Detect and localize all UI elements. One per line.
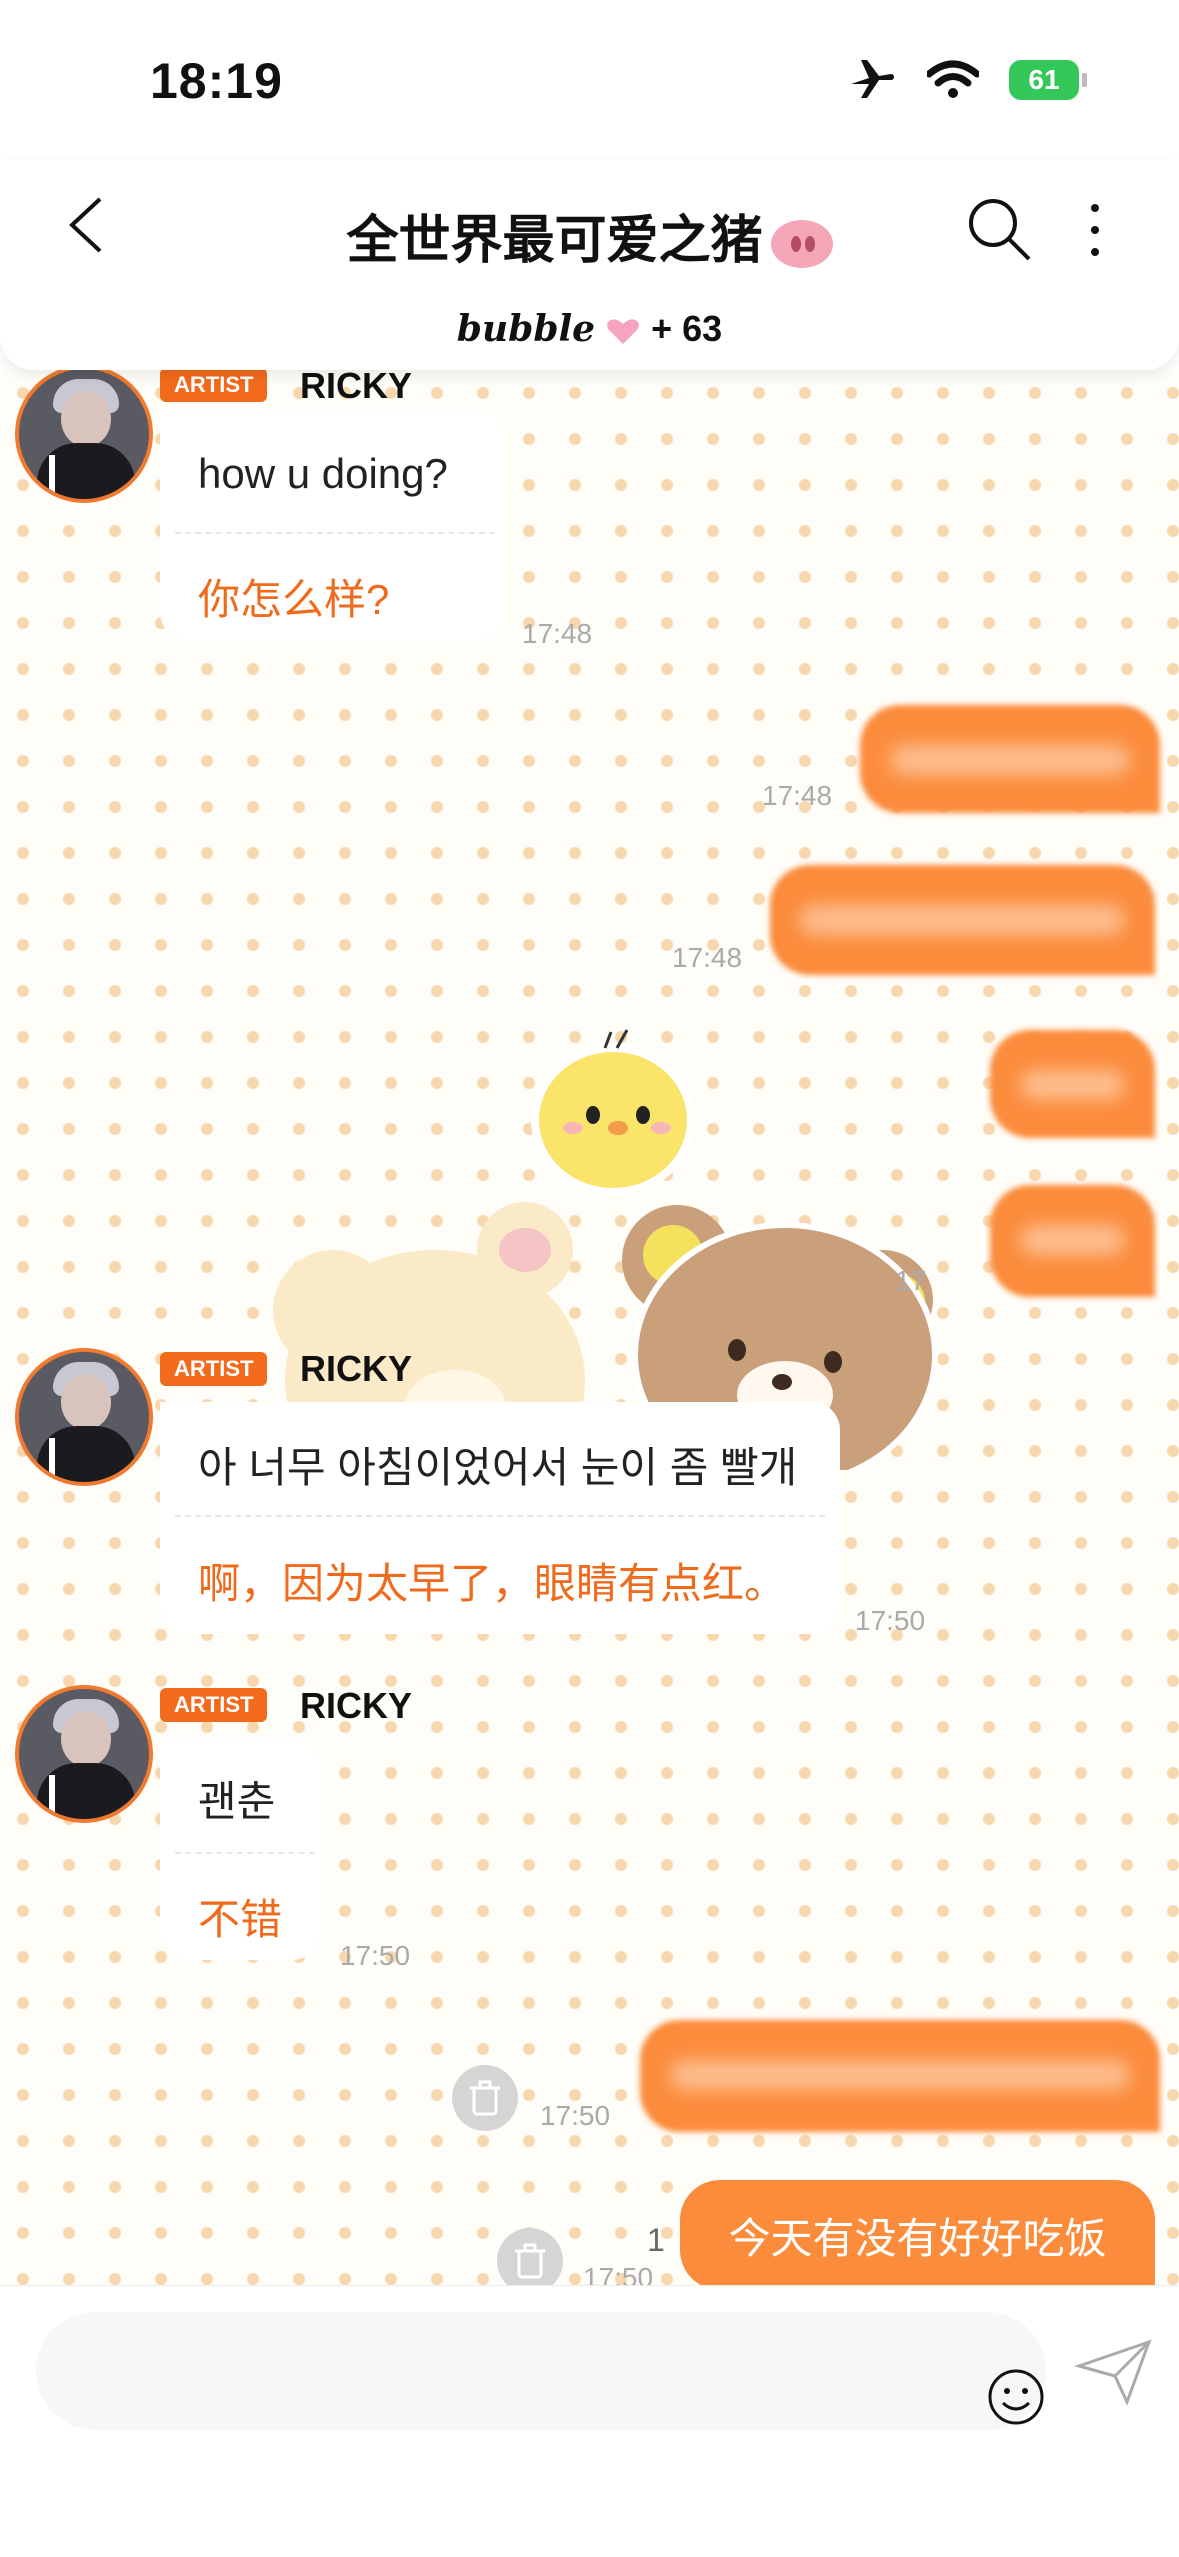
message-input-bar [0, 2285, 1179, 2557]
outgoing-message-blurred[interactable] [990, 1030, 1155, 1138]
artist-badge: ARTIST [160, 1352, 268, 1386]
status-time: 18:19 [150, 53, 283, 109]
translation-divider [175, 532, 495, 534]
artist-badge: ARTIST [160, 1688, 268, 1722]
message-text: how u doing? [198, 450, 448, 497]
unread-count: 1 [647, 2222, 665, 2258]
outgoing-message[interactable]: 今天有没有好好吃饭 [680, 2180, 1155, 2290]
trash-button[interactable] [452, 2065, 518, 2131]
battery-indicator: 61 [1009, 60, 1087, 100]
message-time: 17:50 [540, 2100, 611, 2131]
send-icon[interactable] [1075, 2336, 1153, 2406]
outgoing-message-blurred[interactable] [770, 865, 1155, 975]
message-text: 아 너무 아침이었어서 눈이 좀 빨개 [198, 1444, 798, 1491]
emoji-icon[interactable] [986, 2367, 1046, 2427]
airplane-icon [851, 60, 894, 98]
pig-emoji-icon [770, 220, 833, 269]
bubble-logo: bubble [456, 308, 596, 350]
battery-level: 61 [1028, 64, 1060, 95]
search-icon[interactable] [965, 195, 1035, 265]
translation-text: 啊，因为太早了，眼睛有点红。 [198, 1560, 787, 1607]
translation-text: 你怎么样? [198, 576, 390, 623]
translation-divider [175, 1852, 315, 1854]
translation-text: 不错 [198, 1896, 283, 1943]
sender-name: RICKY [300, 1685, 413, 1726]
outgoing-message-blurred[interactable] [860, 705, 1160, 813]
message-time: 17:48 [762, 780, 833, 811]
subscriber-count: + 63 [651, 308, 723, 349]
trash-icon [515, 2243, 545, 2279]
outgoing-message-blurred[interactable] [990, 1185, 1155, 1297]
artist-avatar[interactable] [15, 1348, 153, 1486]
message-time: 17:48 [672, 942, 743, 973]
artist-badge: ARTIST [160, 368, 268, 402]
chat-title-text: 全世界最可爱之猪 [346, 212, 763, 270]
heart-icon [607, 319, 639, 345]
trash-icon [470, 2080, 500, 2116]
subscription-row[interactable]: bubble + 63 [0, 308, 1179, 350]
sender-name: RICKY [300, 1348, 413, 1389]
bear-sticker[interactable] [255, 1010, 955, 1470]
message-time: 17:50 [340, 1940, 411, 1971]
message-input[interactable] [36, 2312, 1046, 2430]
sender-name: RICKY [300, 365, 413, 406]
message-time: 17:50 [855, 1605, 926, 1636]
artist-avatar[interactable] [15, 1685, 153, 1823]
wifi-icon [927, 60, 979, 98]
outgoing-message-blurred[interactable] [640, 2020, 1160, 2132]
chat-header: 全世界最可爱之猪 bubble + 63 [0, 160, 1179, 370]
translation-divider [175, 1515, 825, 1517]
status-icons: 61 [847, 58, 1087, 102]
artist-avatar[interactable] [15, 365, 153, 503]
message-time: 17:48 [522, 618, 593, 649]
message-text: 괜춘 [198, 1778, 276, 1825]
message-time: 17 [895, 1265, 927, 1296]
more-icon[interactable] [1080, 200, 1110, 260]
